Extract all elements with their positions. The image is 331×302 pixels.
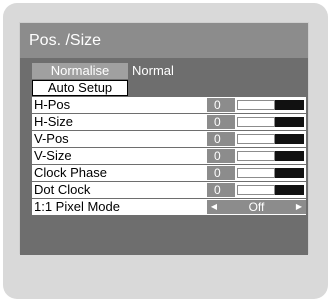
- value-number: 0: [207, 98, 235, 112]
- triangle-right-icon[interactable]: ▶: [294, 200, 304, 214]
- slider-fill: [275, 100, 304, 110]
- menu-row-dot-clock[interactable]: Dot Clock 0: [32, 182, 306, 198]
- pixel-mode-value: Off: [248, 200, 265, 214]
- triangle-left-icon[interactable]: ◀: [209, 200, 219, 214]
- slider-fill: [275, 117, 304, 127]
- slider-track[interactable]: [237, 134, 275, 144]
- row-label: Clock Phase: [34, 165, 107, 180]
- normalise-status: Normal: [132, 63, 174, 78]
- menu-row-clock-phase[interactable]: Clock Phase 0: [32, 165, 306, 181]
- row-label: V-Pos: [34, 131, 69, 146]
- menu-row-pixel-mode[interactable]: 1:1 Pixel Mode ◀ Off ▶: [32, 199, 306, 215]
- pos-size-menu: Pos. /Size Normalise Normal Auto Setup H…: [19, 22, 309, 255]
- pixel-mode-select[interactable]: ◀ Off ▶: [207, 200, 306, 214]
- slider-fill: [275, 151, 304, 161]
- normalise-button[interactable]: Normalise: [32, 63, 128, 79]
- slider-fill: [275, 168, 304, 178]
- slider-track[interactable]: [237, 151, 275, 161]
- slider-fill: [275, 134, 304, 144]
- menu-row-v-size[interactable]: V-Size 0: [32, 148, 306, 164]
- value-number: 0: [207, 183, 235, 197]
- value-control[interactable]: 0: [207, 115, 306, 129]
- screen-frame: Pos. /Size Normalise Normal Auto Setup H…: [0, 0, 331, 302]
- row-label: V-Size: [34, 148, 72, 163]
- row-label: 1:1 Pixel Mode: [34, 199, 120, 214]
- auto-setup-button[interactable]: Auto Setup: [32, 80, 128, 96]
- row-label: Dot Clock: [34, 182, 91, 197]
- slider-track[interactable]: [237, 100, 275, 110]
- row-label: H-Pos: [34, 97, 71, 112]
- value-control[interactable]: 0: [207, 98, 306, 112]
- slider-track[interactable]: [237, 117, 275, 127]
- value-control[interactable]: 0: [207, 132, 306, 146]
- value-control[interactable]: 0: [207, 183, 306, 197]
- value-number: 0: [207, 149, 235, 163]
- value-number: 0: [207, 132, 235, 146]
- row-label: H-Size: [34, 114, 74, 129]
- slider-fill: [275, 185, 304, 195]
- slider-track[interactable]: [237, 185, 275, 195]
- menu-row-h-size[interactable]: H-Size 0: [32, 114, 306, 130]
- value-number: 0: [207, 166, 235, 180]
- slider-track[interactable]: [237, 168, 275, 178]
- value-control[interactable]: 0: [207, 166, 306, 180]
- value-number: 0: [207, 115, 235, 129]
- menu-row-h-pos[interactable]: H-Pos 0: [32, 97, 306, 113]
- value-control[interactable]: 0: [207, 149, 306, 163]
- menu-row-v-pos[interactable]: V-Pos 0: [32, 131, 306, 147]
- menu-title: Pos. /Size: [20, 23, 308, 58]
